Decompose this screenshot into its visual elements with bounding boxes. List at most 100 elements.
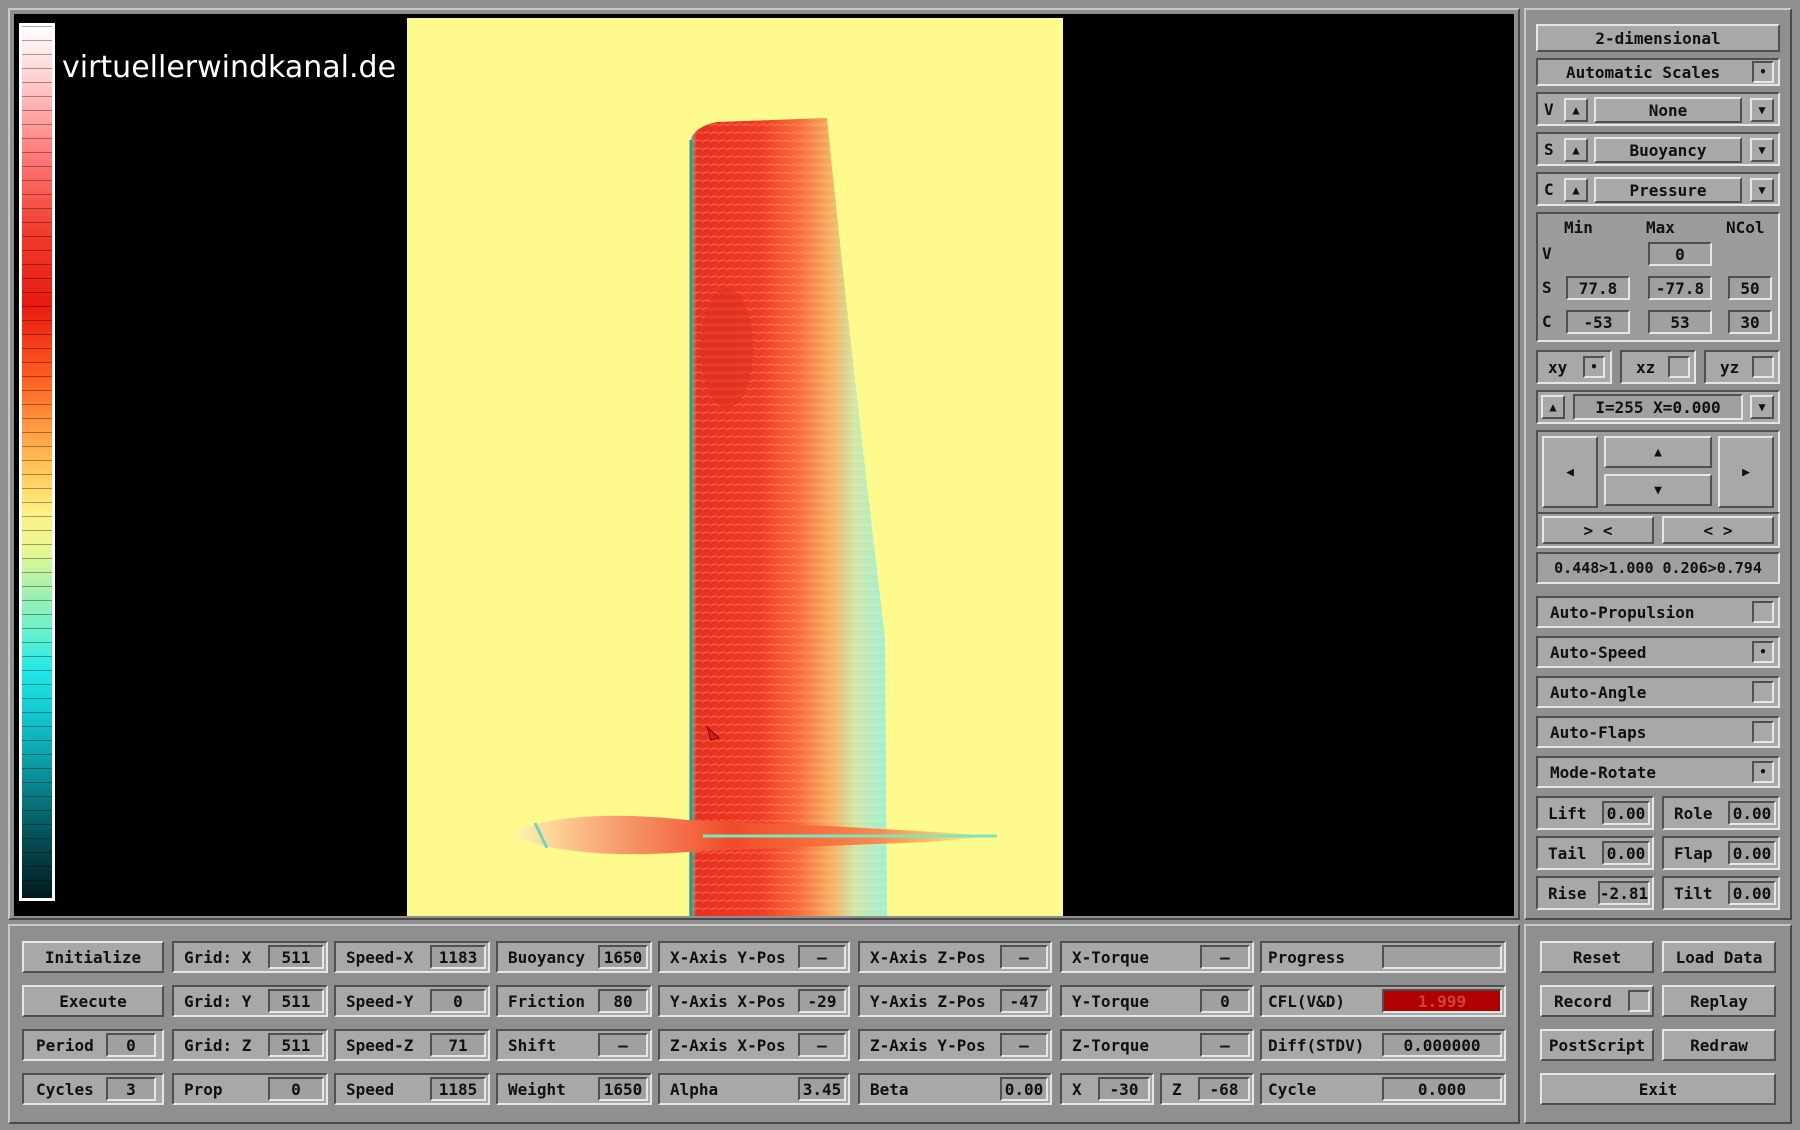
header-max: Max — [1646, 218, 1675, 237]
z-axis-x-pos-value[interactable]: — — [798, 1033, 846, 1057]
var-row-s: S ▲ Buoyancy ▼ — [1536, 132, 1780, 166]
weight-value[interactable]: 1650 — [598, 1077, 648, 1101]
toggle-auto-angle-checkbox[interactable] — [1752, 681, 1774, 703]
z-torque-value[interactable]: — — [1200, 1033, 1250, 1057]
v-max-input[interactable]: 0 — [1648, 242, 1712, 266]
initialize-button[interactable]: Initialize — [22, 941, 164, 973]
param-flap-value[interactable]: 0.00 — [1728, 841, 1776, 865]
period-value[interactable]: 0 — [106, 1033, 156, 1057]
toggle-auto-speed: Auto-Speed — [1536, 636, 1780, 668]
pan-right-button[interactable]: ▶ — [1718, 436, 1774, 508]
pan-down-button[interactable]: ▼ — [1604, 474, 1712, 506]
coord-z-value[interactable]: -68 — [1198, 1077, 1250, 1101]
param-label: Flap — [1674, 843, 1713, 863]
view-range: 0.448>1.000 0.206>0.794 — [1536, 552, 1780, 584]
reset-button[interactable]: Reset — [1540, 941, 1654, 973]
cycles-value[interactable]: 3 — [106, 1077, 156, 1101]
param-tilt-value[interactable]: 0.00 — [1728, 881, 1776, 905]
grid-y-value[interactable]: 511 — [268, 989, 324, 1013]
zoom-in-button[interactable]: > < — [1542, 516, 1654, 544]
buoyancy-value[interactable]: 1650 — [598, 945, 648, 969]
y-torque-value[interactable]: 0 — [1200, 989, 1250, 1013]
speed-value[interactable]: 1185 — [430, 1077, 486, 1101]
var-letter: S — [1544, 140, 1554, 159]
slice-down-button[interactable]: ▼ — [1750, 395, 1774, 419]
speed-x-label: Speed-X — [346, 947, 414, 967]
visualization-canvas[interactable]: virtuellerwindkanal.de — [14, 14, 1514, 916]
dimension-mode-button[interactable]: 2-dimensional — [1536, 24, 1780, 52]
plane-xy-checkbox[interactable]: • — [1583, 356, 1605, 378]
color-scale-bar — [19, 23, 55, 901]
param-rise-value[interactable]: -2.81 — [1598, 881, 1650, 905]
watermark: virtuellerwindkanal.de — [62, 50, 397, 85]
s-min-input[interactable]: 77.8 — [1566, 276, 1630, 300]
toggle-label: Auto-Flaps — [1550, 722, 1647, 742]
variable-selectors: V ▲ None ▼ S ▲ Buoyancy ▼ C ▲ Pressure ▼ — [1536, 92, 1780, 206]
redraw-button[interactable]: Redraw — [1662, 1029, 1776, 1061]
x-torque-value[interactable]: — — [1200, 945, 1250, 969]
toggle-auto-speed-checkbox[interactable]: • — [1752, 641, 1774, 663]
param-lift-value[interactable]: 0.00 — [1602, 801, 1650, 825]
s-max-input[interactable]: -77.8 — [1648, 276, 1712, 300]
pan-up-button[interactable]: ▲ — [1604, 436, 1712, 468]
var-prev-button[interactable]: ▲ — [1564, 178, 1588, 202]
toggle-auto-propulsion-checkbox[interactable] — [1752, 601, 1774, 623]
y-axis-z-pos-label: Y-Axis Z-Pos — [870, 991, 986, 1011]
zoom-out-button[interactable]: < > — [1662, 516, 1774, 544]
var-next-button[interactable]: ▼ — [1750, 178, 1774, 202]
progress-bar — [1382, 945, 1502, 969]
y-axis-z-pos-value[interactable]: -47 — [1000, 989, 1048, 1013]
c-ncol-input[interactable]: 30 — [1728, 310, 1772, 334]
var-next-button[interactable]: ▼ — [1750, 138, 1774, 162]
prop-value[interactable]: 0 — [268, 1077, 324, 1101]
toggle-label: Auto-Angle — [1550, 682, 1647, 702]
exit-button[interactable]: Exit — [1540, 1073, 1776, 1105]
var-value-button[interactable]: None — [1594, 97, 1742, 123]
pan-left-button[interactable]: ◀ — [1542, 436, 1598, 508]
execute-button[interactable]: Execute — [22, 985, 164, 1017]
toggle-mode-rotate-checkbox[interactable]: • — [1752, 761, 1774, 783]
speed-z-label: Speed-Z — [346, 1035, 414, 1055]
toggle-auto-flaps-checkbox[interactable] — [1752, 721, 1774, 743]
y-axis-x-pos-value[interactable]: -29 — [798, 989, 846, 1013]
c-max-input[interactable]: 53 — [1648, 310, 1712, 334]
c-min-input[interactable]: -53 — [1566, 310, 1630, 334]
x-axis-z-pos-value[interactable]: — — [1000, 945, 1048, 969]
shift-value[interactable]: — — [598, 1033, 648, 1057]
toggle-mode-rotate: Mode-Rotate — [1536, 756, 1780, 788]
beta-value[interactable]: 0.00 — [1000, 1077, 1048, 1101]
var-value-button[interactable]: Pressure — [1594, 177, 1742, 203]
load-data-button[interactable]: Load Data — [1662, 941, 1776, 973]
y-axis-x-pos-label: Y-Axis X-Pos — [670, 991, 786, 1011]
plane-xz-checkbox[interactable] — [1668, 356, 1690, 378]
param-tail-value[interactable]: 0.00 — [1602, 841, 1650, 865]
x-axis-y-pos-value[interactable]: — — [798, 945, 846, 969]
speed-y-value[interactable]: 0 — [430, 989, 486, 1013]
cfl-label: CFL(V&D) — [1268, 991, 1346, 1011]
weight-label: Weight — [508, 1079, 566, 1099]
grid-y-label: Grid: Y — [184, 991, 252, 1011]
speed-z-value[interactable]: 71 — [430, 1033, 486, 1057]
auto-scales-checkbox[interactable]: • — [1752, 61, 1774, 83]
var-value-button[interactable]: Buoyancy — [1594, 137, 1742, 163]
z-axis-y-pos-value[interactable]: — — [1000, 1033, 1048, 1057]
var-next-button[interactable]: ▼ — [1750, 98, 1774, 122]
var-prev-button[interactable]: ▲ — [1564, 98, 1588, 122]
s-ncol-input[interactable]: 50 — [1728, 276, 1772, 300]
z-axis-y-pos-label: Z-Axis Y-Pos — [870, 1035, 986, 1055]
plane-yz-checkbox[interactable] — [1752, 356, 1774, 378]
record-checkbox[interactable] — [1628, 990, 1650, 1012]
postscript-button[interactable]: PostScript — [1540, 1029, 1654, 1061]
toggle-label: Auto-Propulsion — [1550, 602, 1695, 622]
alpha-value[interactable]: 3.45 — [798, 1077, 846, 1101]
param-role-value[interactable]: 0.00 — [1728, 801, 1776, 825]
friction-value[interactable]: 80 — [598, 989, 648, 1013]
speed-x-value[interactable]: 1183 — [430, 945, 486, 969]
grid-x-value[interactable]: 511 — [268, 945, 324, 969]
slice-up-button[interactable]: ▲ — [1541, 395, 1565, 419]
grid-z-value[interactable]: 511 — [268, 1033, 324, 1057]
coord-x-value[interactable]: -30 — [1098, 1077, 1150, 1101]
toggle-list: Auto-Propulsion Auto-Speed • Auto-Angle … — [1536, 596, 1780, 796]
var-prev-button[interactable]: ▲ — [1564, 138, 1588, 162]
replay-button[interactable]: Replay — [1662, 985, 1776, 1017]
